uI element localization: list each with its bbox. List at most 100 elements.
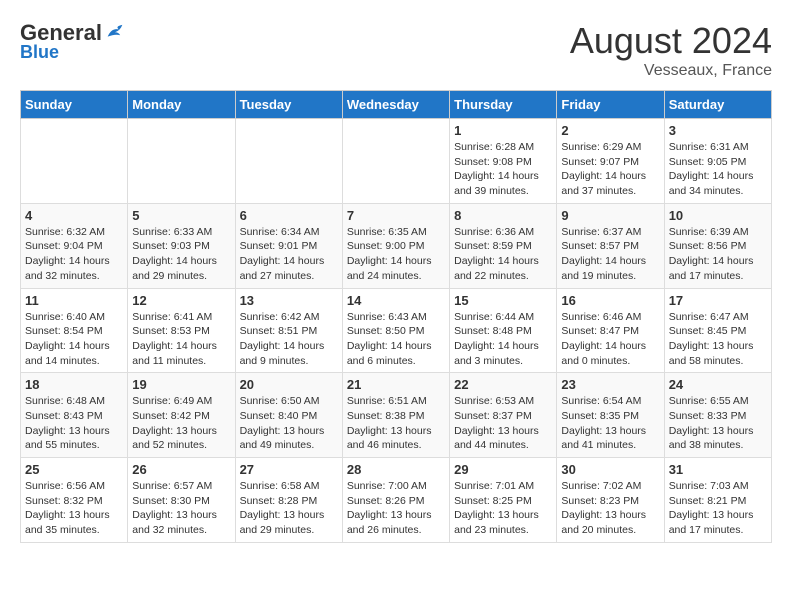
calendar-day-header: Monday <box>128 91 235 119</box>
calendar-day-cell: 17 Sunrise: 6:47 AM Sunset: 8:45 PM Dayli… <box>664 288 771 373</box>
calendar-day-cell: 16 Sunrise: 6:46 AM Sunset: 8:47 PM Dayli… <box>557 288 664 373</box>
calendar-day-cell: 8Sunrise: 6:36 AM Sunset: 8:59 PM Daylig… <box>450 203 557 288</box>
calendar-day-cell: 18 Sunrise: 6:48 AM Sunset: 8:43 PM Dayli… <box>21 373 128 458</box>
calendar-day-cell: 29 Sunrise: 7:01 AM Sunset: 8:25 PM Dayli… <box>450 458 557 543</box>
day-info: Sunrise: 6:47 AM Sunset: 8:45 PM Dayligh… <box>669 310 767 369</box>
day-info: Sunrise: 6:36 AM Sunset: 8:59 PM Dayligh… <box>454 225 552 284</box>
day-info: Sunrise: 6:37 AM Sunset: 8:57 PM Dayligh… <box>561 225 659 284</box>
calendar-header-row: SundayMondayTuesdayWednesdayThursdayFrid… <box>21 91 772 119</box>
calendar-day-cell: 31 Sunrise: 7:03 AM Sunset: 8:21 PM Dayli… <box>664 458 771 543</box>
day-number: 30 <box>561 462 659 477</box>
day-info: Sunrise: 7:01 AM Sunset: 8:25 PM Dayligh… <box>454 479 552 538</box>
calendar-day-header: Tuesday <box>235 91 342 119</box>
calendar-day-cell: 3Sunrise: 6:31 AM Sunset: 9:05 PM Daylig… <box>664 119 771 204</box>
day-number: 1 <box>454 123 552 138</box>
day-info: Sunrise: 6:54 AM Sunset: 8:35 PM Dayligh… <box>561 394 659 453</box>
day-info: Sunrise: 7:02 AM Sunset: 8:23 PM Dayligh… <box>561 479 659 538</box>
day-number: 22 <box>454 377 552 392</box>
calendar-day-cell: 19 Sunrise: 6:49 AM Sunset: 8:42 PM Dayli… <box>128 373 235 458</box>
calendar-day-cell: 1 Sunrise: 6:28 AM Sunset: 9:08 PM Daylig… <box>450 119 557 204</box>
day-number: 25 <box>25 462 123 477</box>
day-info: Sunrise: 6:55 AM Sunset: 8:33 PM Dayligh… <box>669 394 767 453</box>
day-number: 10 <box>669 208 767 223</box>
calendar-day-cell: 2 Sunrise: 6:29 AM Sunset: 9:07 PM Daylig… <box>557 119 664 204</box>
calendar-day-cell <box>235 119 342 204</box>
calendar-day-cell: 25 Sunrise: 6:56 AM Sunset: 8:32 PM Dayli… <box>21 458 128 543</box>
logo-blue-text: Blue <box>20 42 59 63</box>
day-number: 26 <box>132 462 230 477</box>
day-number: 18 <box>25 377 123 392</box>
day-info: Sunrise: 7:03 AM Sunset: 8:21 PM Dayligh… <box>669 479 767 538</box>
calendar-day-cell: 27Sunrise: 6:58 AM Sunset: 8:28 PM Dayli… <box>235 458 342 543</box>
day-number: 4 <box>25 208 123 223</box>
month-year-heading: August 2024 <box>570 20 772 62</box>
calendar-day-cell: 12 Sunrise: 6:41 AM Sunset: 8:53 PM Dayli… <box>128 288 235 373</box>
day-number: 5 <box>132 208 230 223</box>
calendar-day-cell: 7 Sunrise: 6:35 AM Sunset: 9:00 PM Daylig… <box>342 203 449 288</box>
calendar-week-row: 1 Sunrise: 6:28 AM Sunset: 9:08 PM Daylig… <box>21 119 772 204</box>
calendar-day-cell: 6Sunrise: 6:34 AM Sunset: 9:01 PM Daylig… <box>235 203 342 288</box>
day-info: Sunrise: 6:35 AM Sunset: 9:00 PM Dayligh… <box>347 225 445 284</box>
day-number: 27 <box>240 462 338 477</box>
calendar-week-row: 18 Sunrise: 6:48 AM Sunset: 8:43 PM Dayli… <box>21 373 772 458</box>
day-number: 3 <box>669 123 767 138</box>
calendar-day-cell <box>128 119 235 204</box>
day-number: 20 <box>240 377 338 392</box>
calendar-day-header: Saturday <box>664 91 771 119</box>
day-info: Sunrise: 6:42 AM Sunset: 8:51 PM Dayligh… <box>240 310 338 369</box>
day-number: 28 <box>347 462 445 477</box>
day-number: 31 <box>669 462 767 477</box>
day-number: 2 <box>561 123 659 138</box>
day-info: Sunrise: 6:28 AM Sunset: 9:08 PM Dayligh… <box>454 140 552 199</box>
day-number: 23 <box>561 377 659 392</box>
logo-bird-icon <box>104 22 126 44</box>
day-info: Sunrise: 6:48 AM Sunset: 8:43 PM Dayligh… <box>25 394 123 453</box>
day-info: Sunrise: 6:44 AM Sunset: 8:48 PM Dayligh… <box>454 310 552 369</box>
day-number: 17 <box>669 293 767 308</box>
calendar-day-cell: 4 Sunrise: 6:32 AM Sunset: 9:04 PM Daylig… <box>21 203 128 288</box>
calendar-day-header: Wednesday <box>342 91 449 119</box>
day-info: Sunrise: 6:39 AM Sunset: 8:56 PM Dayligh… <box>669 225 767 284</box>
calendar-week-row: 11Sunrise: 6:40 AM Sunset: 8:54 PM Dayli… <box>21 288 772 373</box>
calendar-day-cell: 24 Sunrise: 6:55 AM Sunset: 8:33 PM Dayli… <box>664 373 771 458</box>
day-info: Sunrise: 6:46 AM Sunset: 8:47 PM Dayligh… <box>561 310 659 369</box>
calendar-day-cell: 10 Sunrise: 6:39 AM Sunset: 8:56 PM Dayli… <box>664 203 771 288</box>
day-number: 24 <box>669 377 767 392</box>
day-number: 7 <box>347 208 445 223</box>
day-number: 13 <box>240 293 338 308</box>
day-number: 15 <box>454 293 552 308</box>
day-info: Sunrise: 6:41 AM Sunset: 8:53 PM Dayligh… <box>132 310 230 369</box>
month-title-block: August 2024 Vesseaux, France <box>570 20 772 80</box>
calendar-day-cell: 22 Sunrise: 6:53 AM Sunset: 8:37 PM Dayli… <box>450 373 557 458</box>
day-info: Sunrise: 6:50 AM Sunset: 8:40 PM Dayligh… <box>240 394 338 453</box>
day-info: Sunrise: 6:56 AM Sunset: 8:32 PM Dayligh… <box>25 479 123 538</box>
calendar-day-cell: 5Sunrise: 6:33 AM Sunset: 9:03 PM Daylig… <box>128 203 235 288</box>
calendar-day-cell: 14Sunrise: 6:43 AM Sunset: 8:50 PM Dayli… <box>342 288 449 373</box>
page-header: General Blue August 2024 Vesseaux, Franc… <box>20 20 772 80</box>
day-number: 19 <box>132 377 230 392</box>
calendar-day-cell: 9 Sunrise: 6:37 AM Sunset: 8:57 PM Daylig… <box>557 203 664 288</box>
calendar-day-cell: 30 Sunrise: 7:02 AM Sunset: 8:23 PM Dayli… <box>557 458 664 543</box>
day-number: 29 <box>454 462 552 477</box>
day-info: Sunrise: 6:32 AM Sunset: 9:04 PM Dayligh… <box>25 225 123 284</box>
day-info: Sunrise: 6:29 AM Sunset: 9:07 PM Dayligh… <box>561 140 659 199</box>
day-number: 12 <box>132 293 230 308</box>
calendar-day-cell: 20 Sunrise: 6:50 AM Sunset: 8:40 PM Dayli… <box>235 373 342 458</box>
day-info: Sunrise: 6:53 AM Sunset: 8:37 PM Dayligh… <box>454 394 552 453</box>
day-info: Sunrise: 6:49 AM Sunset: 8:42 PM Dayligh… <box>132 394 230 453</box>
calendar-day-cell: 21 Sunrise: 6:51 AM Sunset: 8:38 PM Dayli… <box>342 373 449 458</box>
day-info: Sunrise: 6:40 AM Sunset: 8:54 PM Dayligh… <box>25 310 123 369</box>
calendar-day-cell: 28Sunrise: 7:00 AM Sunset: 8:26 PM Dayli… <box>342 458 449 543</box>
logo: General Blue <box>20 20 126 63</box>
day-number: 21 <box>347 377 445 392</box>
calendar-week-row: 4 Sunrise: 6:32 AM Sunset: 9:04 PM Daylig… <box>21 203 772 288</box>
day-info: Sunrise: 6:57 AM Sunset: 8:30 PM Dayligh… <box>132 479 230 538</box>
day-number: 16 <box>561 293 659 308</box>
calendar-day-cell: 13 Sunrise: 6:42 AM Sunset: 8:51 PM Dayli… <box>235 288 342 373</box>
day-number: 6 <box>240 208 338 223</box>
day-info: Sunrise: 6:51 AM Sunset: 8:38 PM Dayligh… <box>347 394 445 453</box>
calendar-day-cell <box>342 119 449 204</box>
day-number: 9 <box>561 208 659 223</box>
calendar-day-cell: 11Sunrise: 6:40 AM Sunset: 8:54 PM Dayli… <box>21 288 128 373</box>
calendar-day-header: Friday <box>557 91 664 119</box>
